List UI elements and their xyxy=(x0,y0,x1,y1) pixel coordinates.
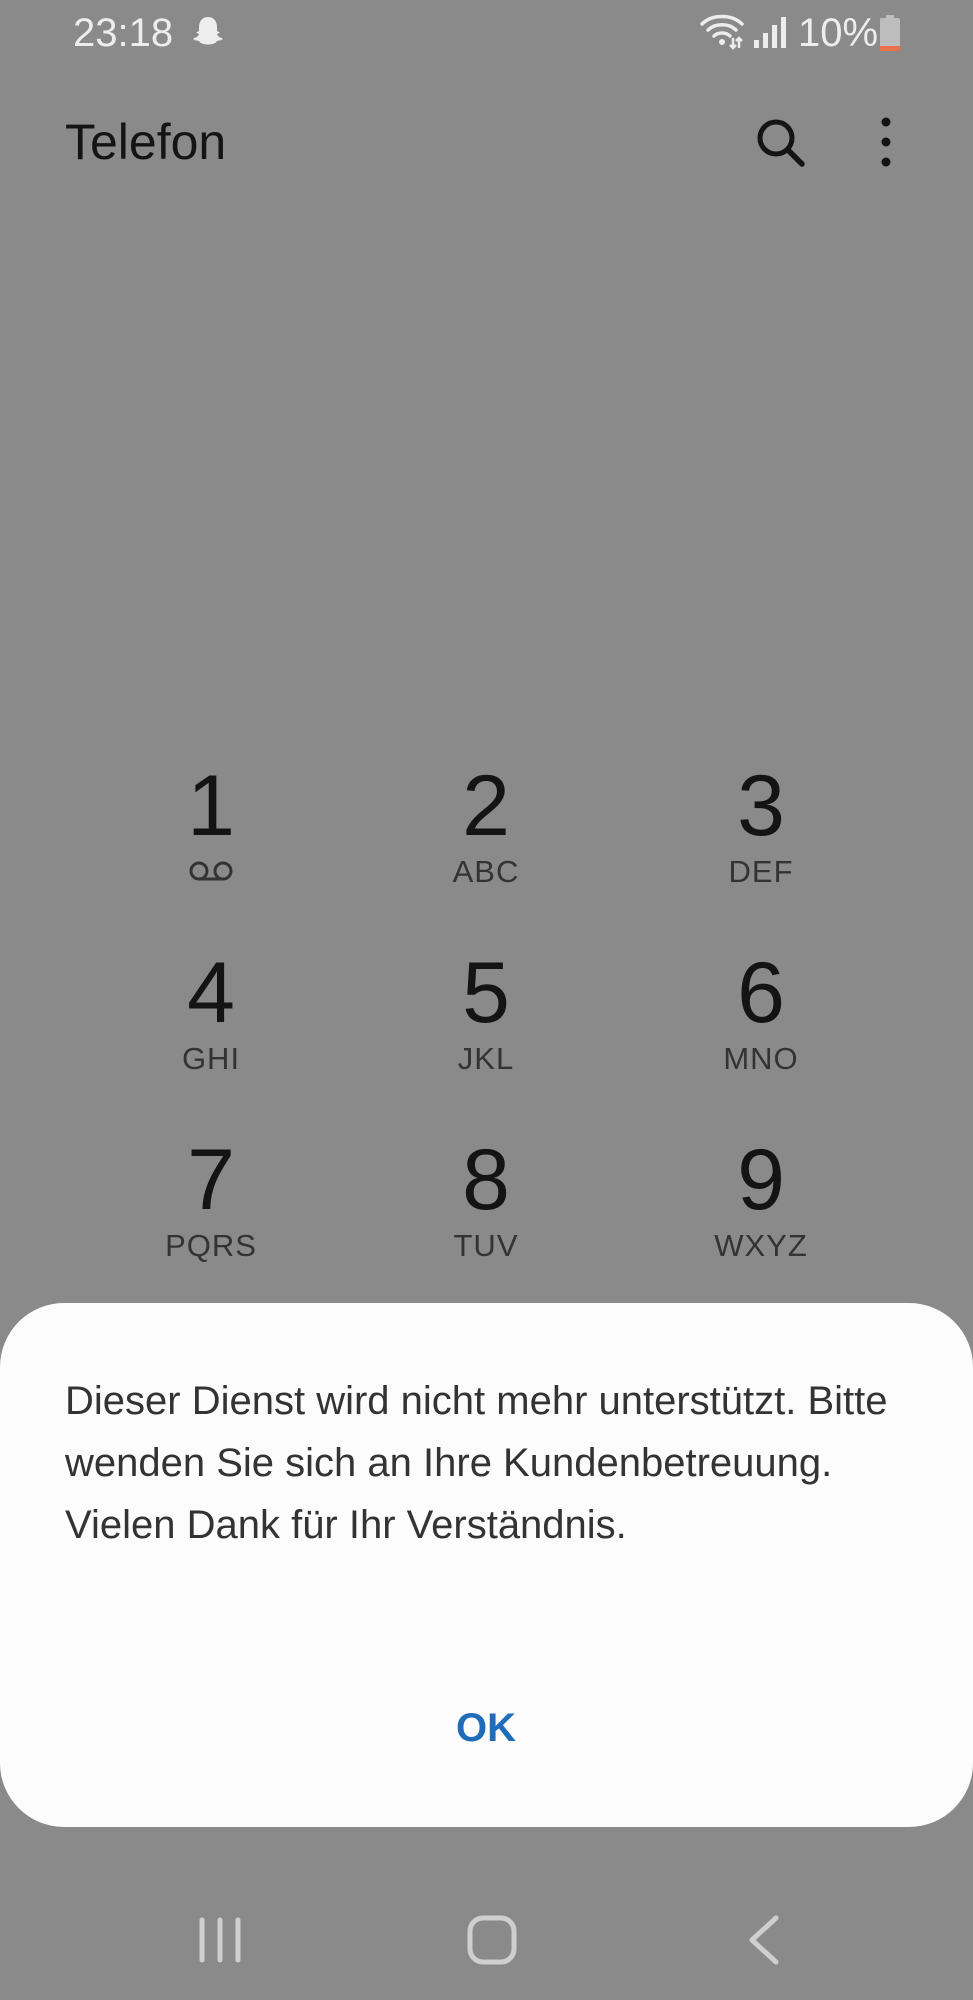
search-icon[interactable] xyxy=(752,114,808,170)
key-letters: DEF xyxy=(728,854,794,889)
dialog-message: Dieser Dienst wird nicht mehr unterstütz… xyxy=(65,1379,888,1547)
key-digit: 7 xyxy=(187,1132,235,1228)
battery-icon xyxy=(880,15,900,51)
more-vert-icon[interactable] xyxy=(868,114,904,170)
key-letters: MNO xyxy=(723,1041,799,1076)
battery-percent: 10% xyxy=(798,11,879,55)
page-title: Telefon xyxy=(65,114,227,170)
key-digit: 5 xyxy=(462,945,510,1041)
key-letters: GHI xyxy=(181,1041,241,1076)
ok-button[interactable]: OK xyxy=(386,1693,586,1763)
key-1[interactable]: 1 xyxy=(91,740,331,910)
back-icon[interactable] xyxy=(746,1914,782,1966)
key-digit: 2 xyxy=(462,758,510,854)
recent-apps-icon[interactable] xyxy=(196,1914,244,1966)
key-letters: TUV xyxy=(453,1228,519,1263)
key-letters: JKL xyxy=(457,1041,515,1076)
voicemail-icon xyxy=(189,861,233,881)
key-digit: 9 xyxy=(737,1132,785,1228)
home-icon[interactable] xyxy=(466,1914,518,1966)
key-letters: PQRS xyxy=(165,1228,257,1263)
status-time: 23:18 xyxy=(73,11,174,55)
key-4[interactable]: 4 GHI xyxy=(91,927,331,1097)
wifi-icon xyxy=(700,14,744,50)
key-8[interactable]: 8 TUV xyxy=(366,1114,606,1284)
alert-dialog: Dieser Dienst wird nicht mehr unterstütz… xyxy=(0,1303,973,1827)
key-7[interactable]: 7 PQRS xyxy=(91,1114,331,1284)
key-digit: 6 xyxy=(737,945,785,1041)
key-3[interactable]: 3 DEF xyxy=(641,740,881,910)
status-bar: 23:18 10% xyxy=(0,0,973,66)
key-6[interactable]: 6 MNO xyxy=(641,927,881,1097)
key-letters: WXYZ xyxy=(714,1228,808,1263)
key-9[interactable]: 9 WXYZ xyxy=(641,1114,881,1284)
key-digit: 8 xyxy=(462,1132,510,1228)
key-digit: 4 xyxy=(187,945,235,1041)
key-digit: 3 xyxy=(737,758,785,854)
ghost-icon xyxy=(193,17,223,45)
key-2[interactable]: 2 ABC xyxy=(366,740,606,910)
key-5[interactable]: 5 JKL xyxy=(366,927,606,1097)
key-letters: ABC xyxy=(452,854,520,889)
phone-screen: 23:18 10% Telefon 1 2 ABC 3 DEF 4 GHI 5 … xyxy=(0,0,973,2000)
signal-icon xyxy=(754,17,786,48)
key-digit: 1 xyxy=(187,758,235,854)
navigation-bar xyxy=(0,1880,973,2000)
